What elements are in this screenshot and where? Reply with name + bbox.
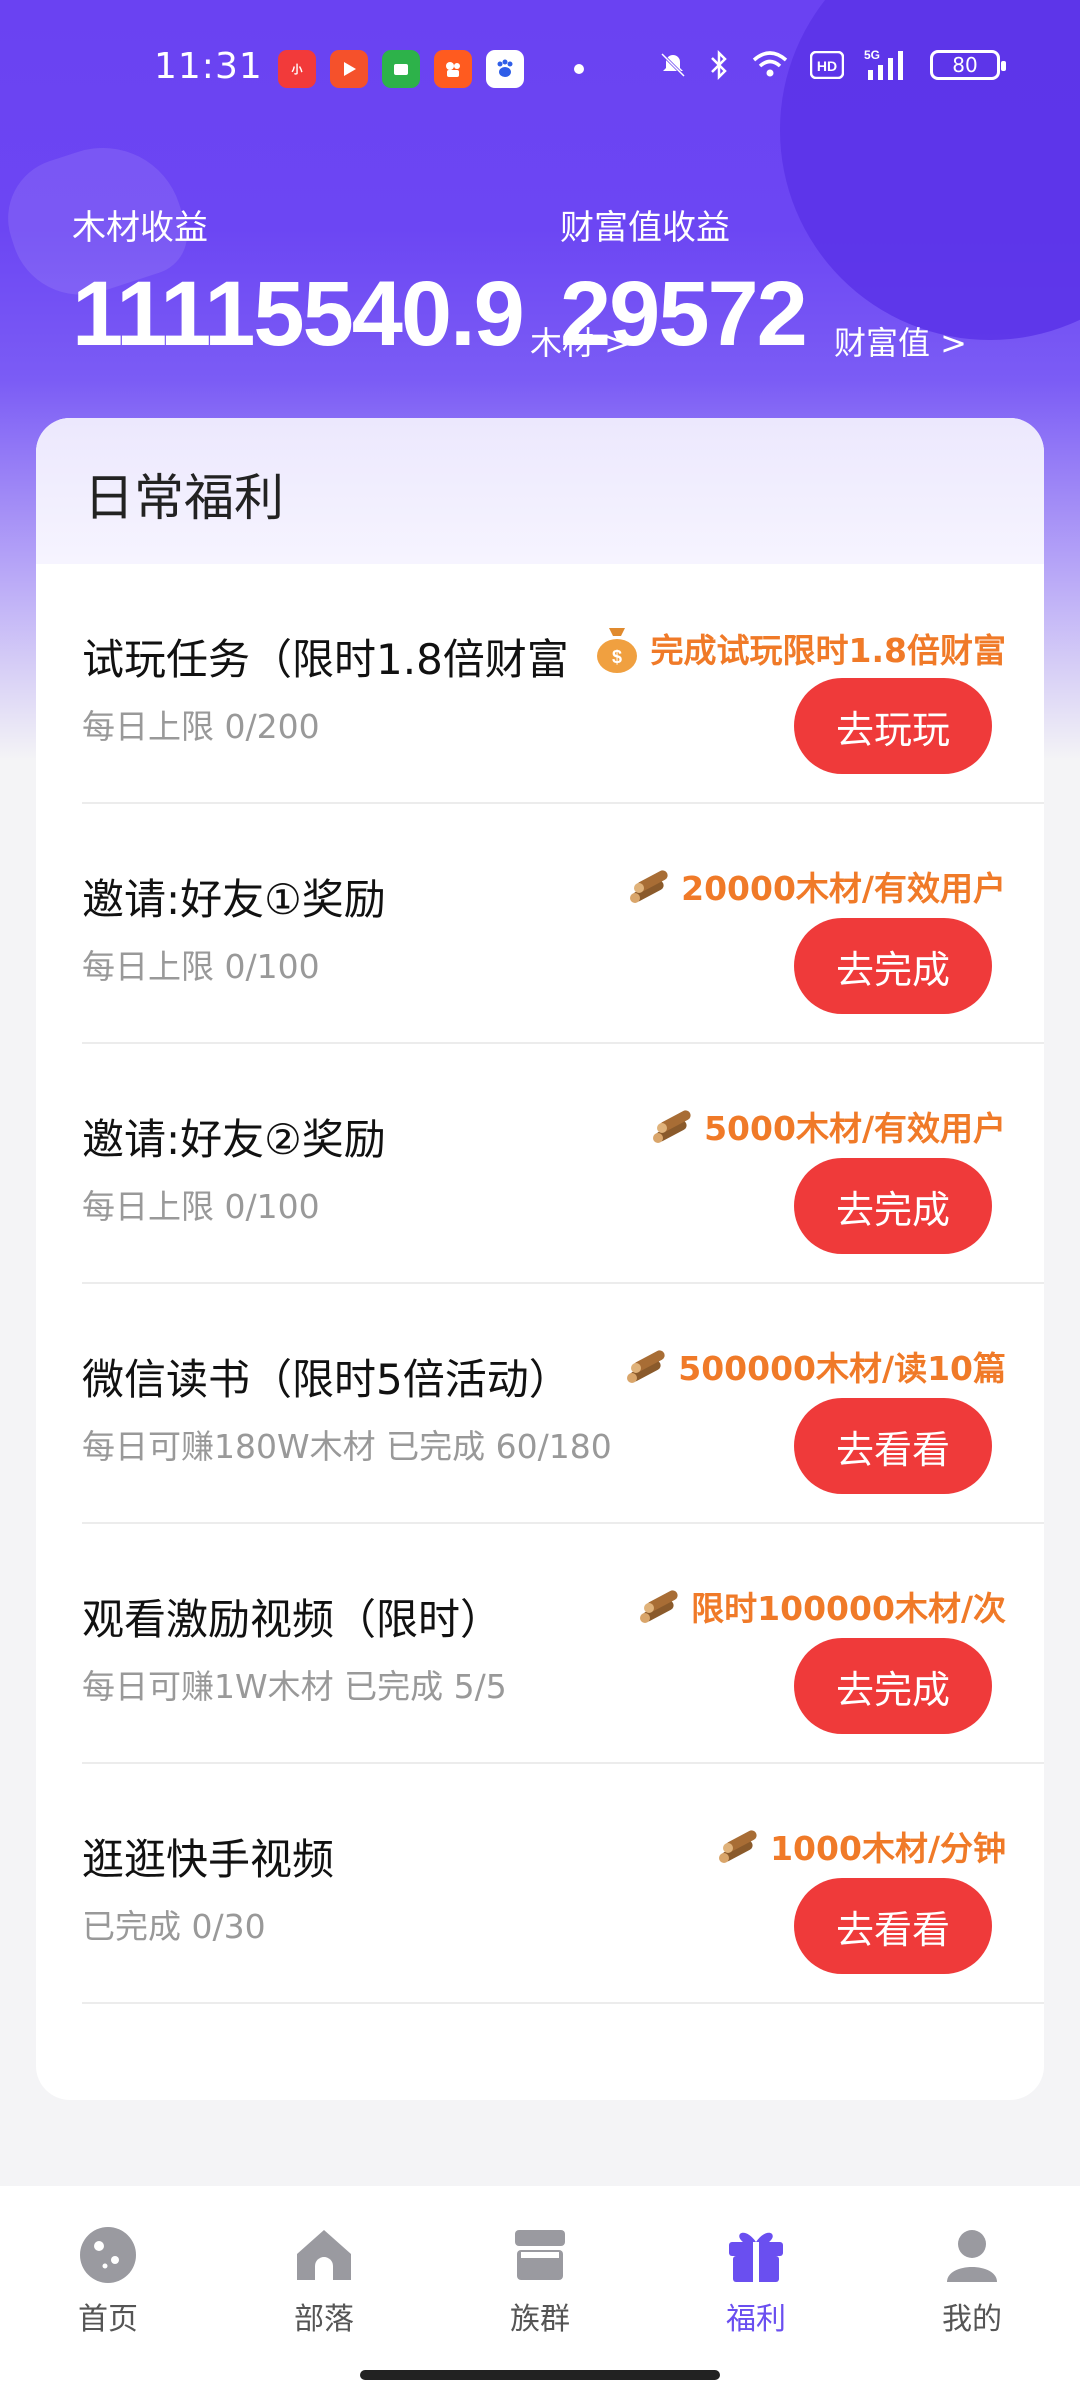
nav-item-mine[interactable]: 我的	[882, 2222, 1062, 2400]
money-bag-icon: $	[596, 628, 637, 673]
battery-icon: 80	[930, 50, 1006, 80]
task-action-button[interactable]: 去完成	[794, 1158, 992, 1254]
task-limit: 每日可赚1W木材 已完成 5/5	[82, 1667, 507, 1706]
task-limit: 每日上限 0/100	[82, 1187, 320, 1226]
task-row: 邀请:好友②奖励每日上限 0/100 5000木材/有效用户去完成	[82, 1044, 1044, 1284]
task-reward: 限时100000木材/次	[637, 1582, 1006, 1630]
battery-level: 80	[952, 53, 978, 77]
task-title: 观看激励视频（限时）	[82, 1595, 503, 1644]
task-list: 试玩任务（限时1.8倍财富每日上限 0/200 $ 完成试玩限时1.8倍财富去玩玩邀…	[36, 564, 1044, 2004]
task-reward-text: 500000木材/读10篇	[678, 1349, 1006, 1388]
nav-label-home: 首页	[78, 2302, 138, 2337]
task-reward: 20000木材/有效用户	[627, 862, 1006, 910]
wood-icon	[627, 1350, 665, 1383]
task-reward-text: 1000木材/分钟	[770, 1829, 1006, 1868]
task-title: 邀请:好友①奖励	[82, 875, 386, 924]
task-limit: 已完成 0/30	[82, 1907, 266, 1946]
bluetooth-icon	[711, 49, 727, 81]
status-time: 11:31	[154, 46, 263, 87]
nav-label-tribe: 部落	[294, 2302, 354, 2337]
task-action-button[interactable]: 去玩玩	[794, 678, 992, 774]
wood-icon	[630, 870, 668, 903]
status-bar: 11:31 小 HD 5G 80	[0, 0, 1080, 140]
task-limit: 每日可赚180W木材 已完成 60/180	[82, 1427, 612, 1466]
screen: 11:31 小 HD 5G 80 木材收益 11115540.9 木材 > 财富…	[0, 0, 1080, 2400]
user-icon	[947, 2230, 997, 2282]
baidu-icon	[486, 50, 524, 88]
svg-text:HD: HD	[817, 58, 837, 74]
wood-earnings-value: 11115540.9	[72, 263, 525, 365]
task-reward: 5000木材/有效用户	[650, 1102, 1006, 1150]
task-row: 逛逛快手视频已完成 0/30 1000木材/分钟去看看	[82, 1764, 1044, 2004]
task-row: 邀请:好友①奖励每日上限 0/100 20000木材/有效用户去完成	[82, 804, 1044, 1044]
wealth-earnings-label: 财富值收益	[560, 208, 730, 248]
task-title: 试玩任务（限时1.8倍财富	[82, 635, 569, 684]
wifi-icon	[752, 51, 788, 77]
mute-icon	[660, 52, 686, 78]
card-title: 日常福利	[36, 418, 1044, 564]
task-title: 邀请:好友②奖励	[82, 1115, 386, 1164]
cart-icon	[382, 50, 420, 88]
task-limit: 每日上限 0/200	[82, 707, 320, 746]
xiaohongshu-icon: 小	[278, 50, 316, 88]
task-action-button[interactable]: 去完成	[794, 1638, 992, 1734]
task-reward-text: 20000木材/有效用户	[681, 869, 1006, 908]
svg-text:5G: 5G	[864, 48, 880, 62]
home-indicator[interactable]	[360, 2370, 720, 2380]
bottom-nav: 首页 部落 族群 福利 我的	[0, 2186, 1080, 2400]
task-reward-text: 完成试玩限时1.8倍财富	[650, 631, 1006, 670]
task-row: 微信读书（限时5倍活动） 每日可赚180W木材 已完成 60/180 500000木…	[82, 1284, 1044, 1524]
task-reward: $ 完成试玩限时1.8倍财富	[593, 622, 1006, 674]
task-action-button[interactable]: 去看看	[794, 1398, 992, 1494]
wood-earnings-label: 木材收益	[72, 208, 208, 248]
house-icon	[297, 2230, 351, 2280]
wood-icon	[653, 1110, 691, 1143]
system-icons: HD 5G 80	[658, 48, 1006, 82]
task-reward: 1000木材/分钟	[716, 1822, 1006, 1870]
wood-icon	[719, 1830, 757, 1863]
wood-icon	[640, 1590, 678, 1623]
task-action-button[interactable]: 去看看	[794, 1878, 992, 1974]
hd-icon: HD	[810, 51, 844, 79]
daily-benefits-card: 日常福利 试玩任务（限时1.8倍财富每日上限 0/200 $ 完成试玩限时1.8倍财…	[36, 418, 1044, 2100]
kuaishou-icon	[434, 50, 472, 88]
task-title: 微信读书（限时5倍活动）	[82, 1355, 571, 1404]
signal-icon: 5G	[864, 48, 903, 80]
task-action-button[interactable]: 去完成	[794, 918, 992, 1014]
video-icon	[330, 50, 368, 88]
task-reward-text: 5000木材/有效用户	[704, 1109, 1006, 1148]
nav-item-home[interactable]: 首页	[18, 2222, 198, 2400]
task-row: 观看激励视频（限时） 每日可赚1W木材 已完成 5/5 限时100000木材/次去完…	[82, 1524, 1044, 1764]
task-title: 逛逛快手视频	[82, 1835, 335, 1884]
task-reward: 500000木材/读10篇	[624, 1342, 1006, 1390]
nav-label-clan: 族群	[510, 2302, 570, 2337]
planet-icon	[80, 2227, 136, 2283]
wealth-earnings-value: 29572	[560, 263, 808, 365]
gift-icon	[729, 2232, 783, 2282]
task-limit: 每日上限 0/100	[82, 947, 320, 986]
nav-label-benefits: 福利	[726, 2302, 786, 2337]
task-row: 试玩任务（限时1.8倍财富每日上限 0/200 $ 完成试玩限时1.8倍财富去玩玩	[82, 564, 1044, 804]
notification-icons: 小	[278, 50, 584, 88]
wealth-earnings-link[interactable]: 财富值 >	[834, 318, 967, 364]
more-notifications-dot	[574, 64, 584, 74]
store-icon	[515, 2230, 565, 2280]
nav-label-mine: 我的	[942, 2302, 1002, 2337]
svg-text:$: $	[612, 647, 622, 667]
task-reward-text: 限时100000木材/次	[691, 1589, 1006, 1628]
